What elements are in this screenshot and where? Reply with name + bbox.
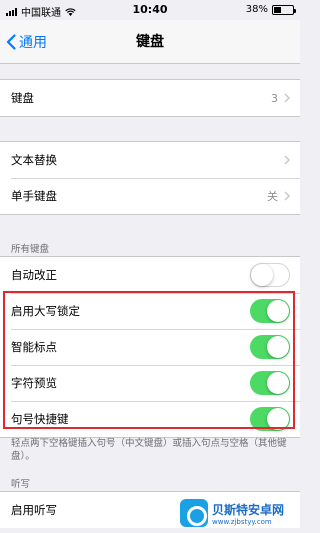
- watermark-logo-icon: [180, 499, 208, 527]
- chevron-right-icon: [284, 191, 290, 201]
- row-label: 自动改正: [11, 268, 57, 282]
- period-shortcut-footer: 轻点两下空格键插入句号（中文键盘）或插入句点与空格（其他键盘）。: [11, 438, 287, 462]
- row-value: 3: [271, 91, 278, 105]
- auto-correction-row: 自动改正: [0, 257, 300, 293]
- dictation-header: 听写: [11, 479, 31, 490]
- row-label: 键盘: [11, 91, 34, 105]
- watermark-text: 贝斯特安卓网 www.zjbstyy.com: [212, 501, 284, 526]
- battery-percent: 38%: [245, 4, 268, 15]
- status-right: 38%: [245, 4, 296, 15]
- watermark: 贝斯特安卓网 www.zjbstyy.com: [180, 496, 298, 530]
- back-label: 通用: [19, 35, 47, 51]
- row-label: 单手键盘: [11, 189, 57, 203]
- watermark-url: www.zjbstyy.com: [212, 517, 272, 526]
- keyboards-row[interactable]: 键盘 3: [0, 80, 300, 116]
- toggle-knob: [251, 264, 273, 286]
- auto-correction-toggle[interactable]: [250, 263, 290, 287]
- chevron-right-icon: [284, 155, 290, 165]
- nav-bar: 键盘 通用: [0, 20, 300, 64]
- one-handed-keyboard-row[interactable]: 单手键盘 关: [0, 178, 300, 214]
- watermark-title: 贝斯特安卓网: [212, 502, 285, 517]
- row-value: 关: [267, 190, 278, 203]
- chevron-right-icon: [284, 93, 290, 103]
- keyboards-group: 键盘 3: [0, 79, 300, 117]
- battery-fill: [274, 6, 281, 13]
- highlight-box: [3, 291, 295, 429]
- status-bar: 中国联通 10:40 38%: [0, 0, 300, 20]
- all-keyboards-header: 所有键盘: [11, 244, 50, 255]
- text-replacement-row[interactable]: 文本替换: [0, 142, 300, 178]
- back-button[interactable]: 通用: [6, 20, 47, 64]
- text-options-group: 文本替换 单手键盘 关: [0, 141, 300, 215]
- chevron-left-icon: [6, 34, 16, 50]
- row-label: 文本替换: [11, 153, 57, 167]
- battery-icon: [272, 4, 296, 15]
